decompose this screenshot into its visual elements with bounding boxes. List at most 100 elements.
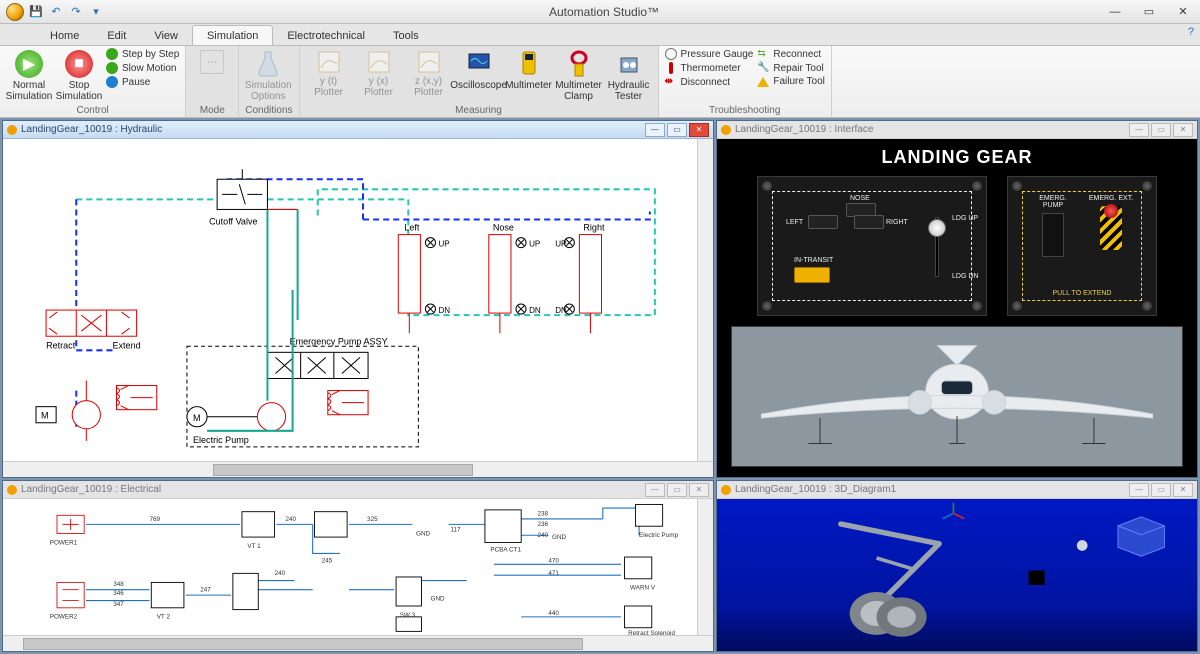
ribbon-group-conditions: Simulation Options Conditions [239, 46, 299, 117]
emerg-pump-switch[interactable] [1042, 213, 1064, 257]
tab-simulation[interactable]: Simulation [192, 25, 273, 45]
emerg-pump-label: EMERG. PUMP [1030, 195, 1076, 209]
pane-min-button[interactable]: — [645, 123, 665, 137]
pressure-gauge-button[interactable]: Pressure Gauge [665, 48, 754, 60]
tab-home[interactable]: Home [36, 26, 93, 45]
failure-tool-button[interactable]: Failure Tool [757, 76, 825, 87]
3d-viewport[interactable] [717, 499, 1197, 651]
pane-close-button[interactable]: ✕ [1173, 483, 1193, 497]
warn-label: WARN V [630, 585, 656, 592]
ribbon-tabs: Home Edit View Simulation Electrotechnic… [0, 24, 1200, 46]
screw-icon [1142, 301, 1152, 311]
screw-icon [972, 301, 982, 311]
document-icon [721, 485, 731, 495]
electrical-canvas[interactable]: POWER1 POWER2 VT 2 VT 1 245 PCBA CT1 SW … [3, 499, 713, 635]
pane-3d-title: LandingGear_10019 : 3D_Diagram1 [735, 484, 896, 495]
oscilloscope-button[interactable]: Oscilloscope [456, 48, 502, 91]
tab-view[interactable]: View [140, 26, 192, 45]
scrollbar-vertical[interactable] [697, 139, 713, 461]
pane-hydraulic-titlebar[interactable]: LandingGear_10019 : Hydraulic — ▭ ✕ [3, 121, 713, 139]
app-logo-icon [6, 3, 24, 21]
slow-motion-button[interactable]: Slow Motion [106, 62, 179, 74]
gear-lever[interactable] [926, 217, 948, 277]
qat-undo-icon[interactable]: ↶ [48, 4, 64, 20]
pane-close-button[interactable]: ✕ [1173, 123, 1193, 137]
tab-edit[interactable]: Edit [93, 26, 140, 45]
emerg-ext-handle[interactable] [1100, 206, 1122, 250]
scrollbar-horizontal[interactable] [3, 635, 713, 651]
multimeter-button[interactable]: Multimeter [506, 48, 552, 91]
emergency-panel: EMERG. PUMP EMERG. EXT. PULL TO EXTEND [1007, 176, 1157, 316]
close-button[interactable]: ✕ [1166, 0, 1200, 24]
dn-label: DN [529, 306, 541, 315]
up-label: UP [529, 240, 540, 249]
step-by-step-button[interactable]: Step by Step [106, 48, 179, 60]
pane-hydraulic: LandingGear_10019 : Hydraulic — ▭ ✕ Cuto… [2, 120, 714, 478]
qat-dropdown-icon[interactable]: ▾ [88, 4, 104, 20]
repair-tool-button[interactable]: 🔧Repair Tool [757, 62, 825, 74]
qat-redo-icon[interactable]: ↷ [68, 4, 84, 20]
normal-simulation-button[interactable]: ▶ Normal Simulation [6, 48, 52, 102]
w245: 245 [322, 557, 333, 564]
interface-canvas[interactable]: LANDING GEAR NOSE LEFT RIGHT IN-TRANSIT [717, 139, 1197, 477]
help-icon[interactable]: ? [1188, 26, 1194, 38]
screw-icon [1012, 301, 1022, 311]
motor-m-label: M [193, 413, 201, 423]
pane-close-button[interactable]: ✕ [689, 483, 709, 497]
ldg-up-label: LDG UP [952, 215, 978, 222]
pane-min-button[interactable]: — [645, 483, 665, 497]
w348: 348 [113, 581, 124, 588]
pane-interface-titlebar[interactable]: LandingGear_10019 : Interface — ▭ ✕ [717, 121, 1197, 139]
scrollbar-vertical[interactable] [697, 499, 713, 635]
stop-simulation-button[interactable]: ■ Stop Simulation [56, 48, 102, 102]
oscilloscope-label: Oscilloscope [450, 80, 507, 91]
retract-label: Retract [46, 340, 76, 350]
document-icon [721, 125, 731, 135]
w240: 240 [538, 532, 549, 539]
maximize-button[interactable]: ▭ [1132, 0, 1166, 24]
pane-close-button[interactable]: ✕ [689, 123, 709, 137]
intransit-light [794, 267, 830, 283]
pane-min-button[interactable]: — [1129, 123, 1149, 137]
w240: 240 [275, 570, 286, 577]
pane-max-button[interactable]: ▭ [1151, 483, 1171, 497]
w440: 440 [548, 610, 559, 617]
qat-save-icon[interactable]: 💾 [28, 4, 44, 20]
thermometer-button[interactable]: Thermometer [665, 62, 754, 74]
left-label: LEFT [786, 219, 803, 226]
tab-tools[interactable]: Tools [379, 26, 433, 45]
pane-max-button[interactable]: ▭ [667, 123, 687, 137]
document-icon [7, 125, 17, 135]
pane-electrical-titlebar[interactable]: LandingGear_10019 : Electrical — ▭ ✕ [3, 481, 713, 499]
left-light [808, 215, 838, 229]
disconnect-button[interactable]: ⇹Disconnect [665, 76, 754, 88]
tab-electrotechnical[interactable]: Electrotechnical [273, 26, 379, 45]
pause-label: Pause [122, 77, 150, 88]
warning-icon [757, 77, 769, 87]
stop-icon: ■ [65, 50, 93, 78]
minimize-button[interactable]: — [1098, 0, 1132, 24]
wrench-icon: 🔧 [757, 62, 769, 74]
reconnect-button[interactable]: ⇆Reconnect [757, 48, 825, 60]
cyl-nose-label: Nose [493, 223, 514, 233]
mode-button: ⋯ [192, 48, 232, 74]
pane-interface: LandingGear_10019 : Interface — ▭ ✕ LAND… [716, 120, 1198, 478]
sim-options-label: Simulation Options [245, 80, 292, 102]
motor-m-label: M [41, 411, 49, 421]
pause-button[interactable]: Pause [106, 76, 179, 88]
pane-3d-titlebar[interactable]: LandingGear_10019 : 3D_Diagram1 — ▭ ✕ [717, 481, 1197, 499]
hyd-tester-label: Hydraulic Tester [606, 80, 652, 102]
intransit-label: IN-TRANSIT [794, 257, 833, 264]
oscilloscope-icon [467, 50, 491, 78]
hmi-heading: LANDING GEAR [717, 139, 1197, 172]
cutoff-valve-label: Cutoff Valve [209, 217, 257, 227]
scrollbar-horizontal[interactable] [3, 461, 713, 477]
pane-max-button[interactable]: ▭ [667, 483, 687, 497]
pane-max-button[interactable]: ▭ [1151, 123, 1171, 137]
pane-min-button[interactable]: — [1129, 483, 1149, 497]
multimeter-clamp-button[interactable]: Multimeter Clamp [556, 48, 602, 102]
hydraulic-canvas[interactable]: Cutoff Valve Retract Extend Left UP [3, 139, 713, 461]
extend-label: Extend [112, 340, 140, 350]
hydraulic-tester-button[interactable]: Hydraulic Tester [606, 48, 652, 102]
up-label: UP [439, 240, 450, 249]
